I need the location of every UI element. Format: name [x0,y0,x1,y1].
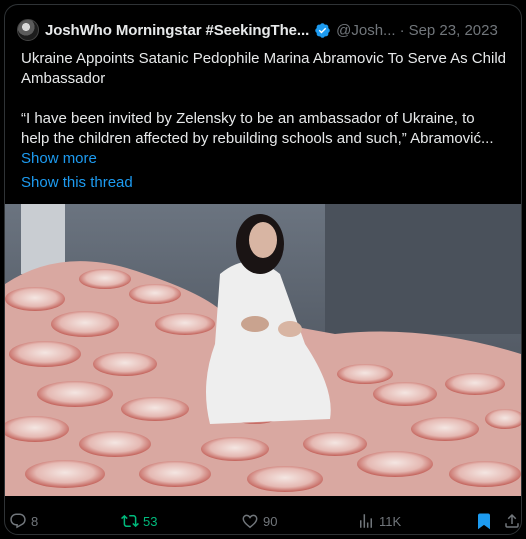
views-button[interactable]: 11K [357,512,401,530]
share-icon [505,513,519,528]
bookmark-button[interactable] [475,512,497,530]
reply-count: 8 [31,513,39,529]
like-count: 90 [263,513,278,529]
verified-badge-icon [315,22,330,38]
tweet-header: JoshWho Morningstar #SeekingThe... @Josh… [17,17,509,43]
separator-dot: · [399,21,405,39]
media-photo [5,204,521,496]
reply-button[interactable]: 8 [9,512,38,530]
tweet-headline: Ukraine Appoints Satanic Pedophile Marin… [21,50,506,87]
display-name[interactable]: JoshWho Morningstar #SeekingThe... [45,22,309,39]
handle[interactable]: @Josh... [336,22,395,39]
avatar[interactable] [17,19,39,41]
views-icon [360,514,372,528]
bookmark-icon [478,513,490,530]
views-count: 11K [379,513,402,529]
repost-count: 53 [143,513,158,529]
tweet-quote: “I have been invited by Zelensky to be a… [21,110,494,147]
like-icon [242,514,258,529]
tweet-date[interactable]: Sep 23, 2023 [409,22,498,39]
like-button[interactable]: 90 [241,512,277,530]
show-thread-link[interactable]: Show this thread [21,174,133,191]
tweet-media-image[interactable] [5,204,521,496]
repost-icon [121,514,139,528]
share-button[interactable] [503,512,521,530]
repost-button[interactable]: 53 [121,512,157,530]
tweet-actions: 8 53 90 11K [5,503,521,534]
show-more-link[interactable]: Show more [21,150,97,167]
tweet-text: Ukraine Appoints Satanic Pedophile Marin… [21,49,507,149]
tweet-card[interactable]: JoshWho Morningstar #SeekingThe... @Josh… [4,4,522,535]
reply-icon [10,513,26,529]
